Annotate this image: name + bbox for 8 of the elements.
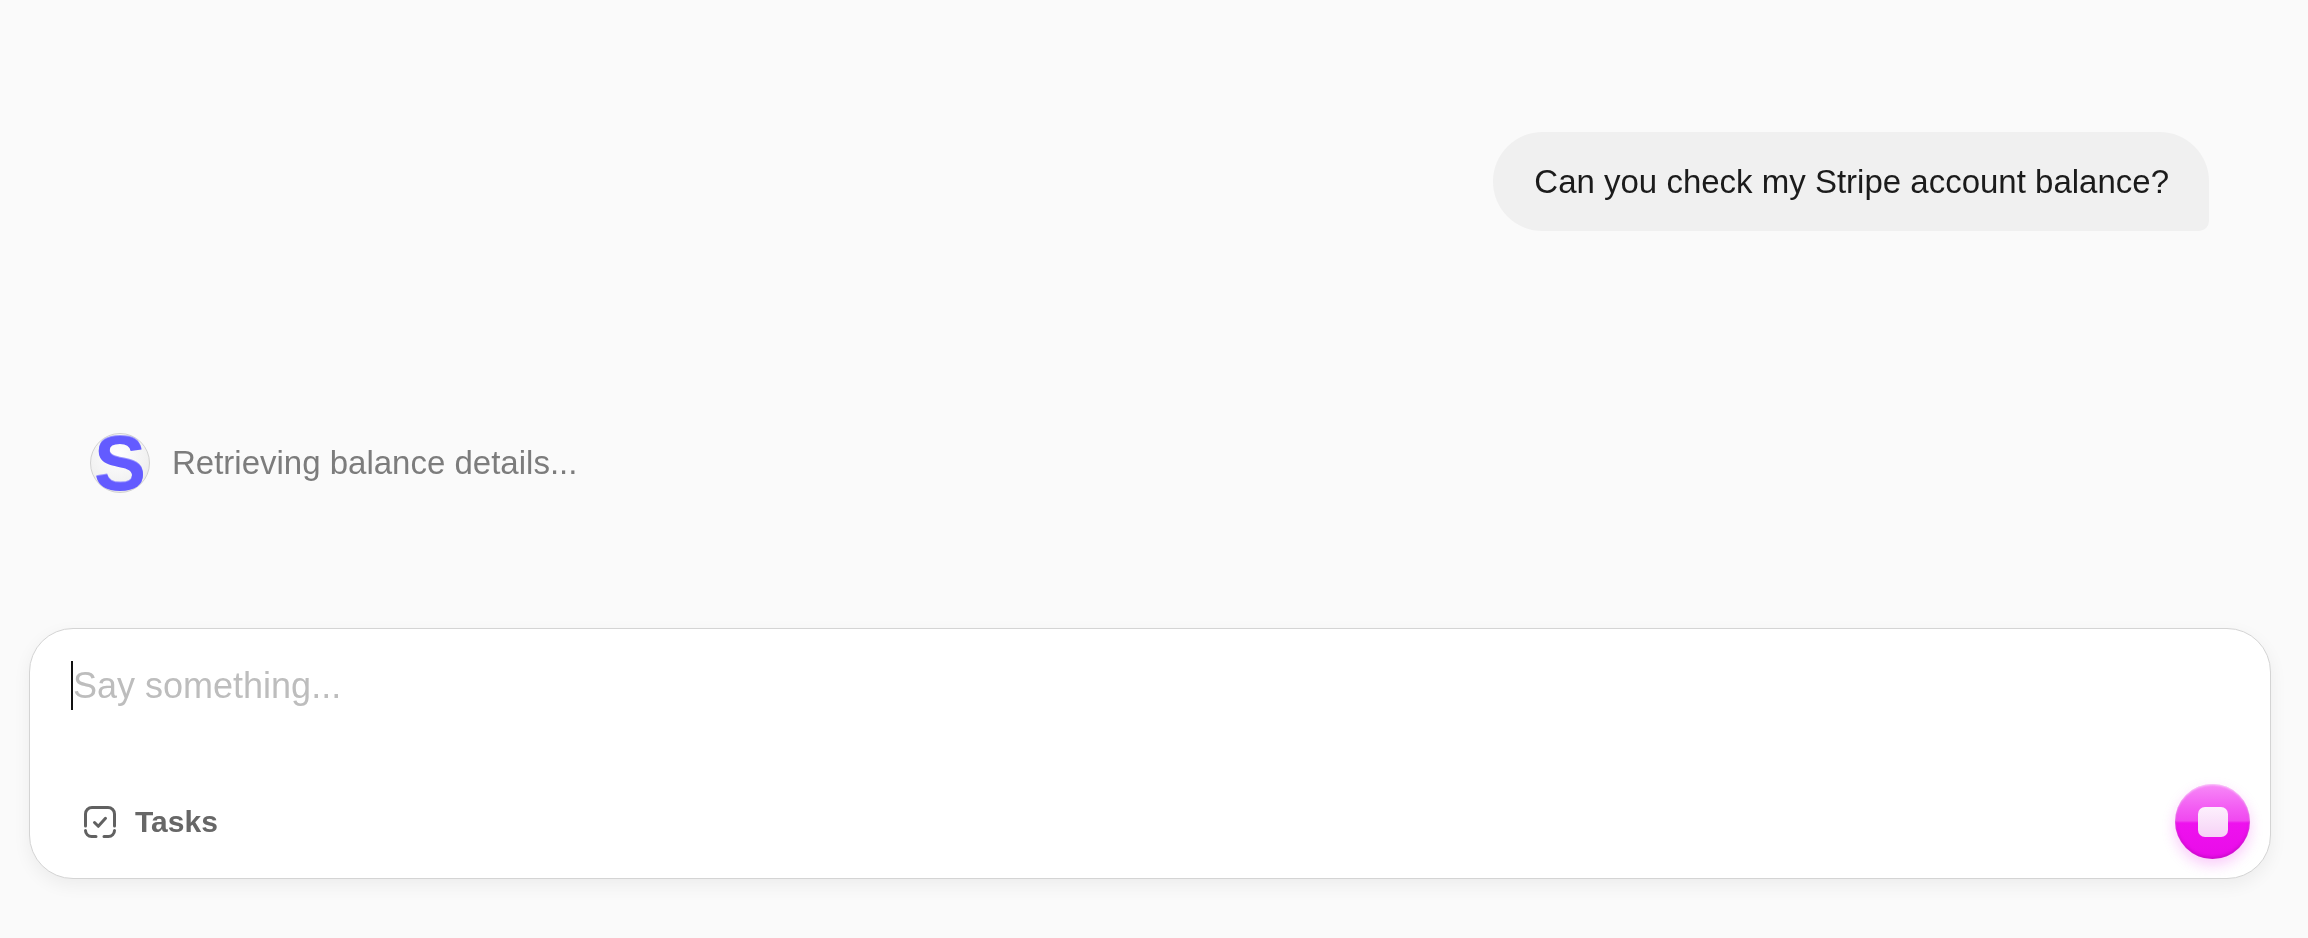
logo-avatar: S: [90, 433, 150, 493]
checkbox-icon: [84, 805, 116, 838]
message-input[interactable]: Say something...: [73, 661, 2250, 710]
tasks-button[interactable]: Tasks: [84, 804, 218, 839]
stop-button[interactable]: [2175, 784, 2250, 859]
stop-icon: [2197, 806, 2228, 837]
user-message-bubble: Can you check my Stripe account balance?: [1493, 132, 2209, 231]
status-text: Retrieving balance details...: [172, 444, 578, 482]
